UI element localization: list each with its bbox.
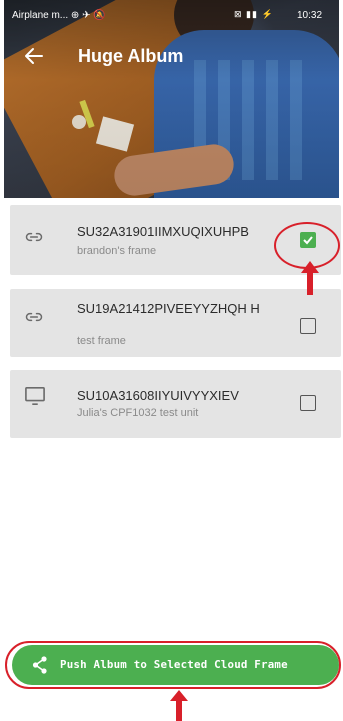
- annotation-arrow-icon: [301, 261, 319, 295]
- link-icon: [25, 312, 43, 322]
- frame-name: Julia's CPF1032 test unit: [77, 407, 199, 419]
- frame-checkbox-3[interactable]: [300, 395, 316, 411]
- frame-row-2[interactable]: SU19A21412PIVEEYYZHQH H test frame: [10, 289, 341, 357]
- phone-screen: Airplane m... ⊕ ✈ 🔕 ⊠ ▮▮ ⚡ 10:32 Huge Al…: [0, 0, 343, 721]
- monitor-icon: [25, 387, 45, 405]
- status-bar: Airplane m... ⊕ ✈ 🔕 ⊠ ▮▮ ⚡ 10:32: [4, 0, 339, 28]
- push-album-button[interactable]: Push Album to Selected Cloud Frame: [12, 645, 339, 685]
- status-icons: ⊠ ▮▮ ⚡: [234, 9, 274, 19]
- arrow-left-icon: [25, 48, 43, 64]
- frame-id: SU32A31901IIMXUQIXUHPB: [77, 224, 249, 239]
- frame-name: test frame: [77, 335, 126, 347]
- frame-checkbox-2[interactable]: [300, 318, 316, 334]
- frame-name: brandon's frame: [77, 245, 157, 257]
- frame-row-3[interactable]: SU10A31608IIYUIVYYXIEV Julia's CPF1032 t…: [10, 370, 341, 438]
- back-button[interactable]: [22, 44, 50, 72]
- album-header-photo: Airplane m... ⊕ ✈ 🔕 ⊠ ▮▮ ⚡ 10:32 Huge Al…: [4, 0, 339, 198]
- frame-id: SU19A21412PIVEEYYZHQH H: [77, 301, 260, 316]
- share-icon: [32, 656, 47, 674]
- status-time: 10:32: [297, 10, 323, 21]
- push-button-label: Push Album to Selected Cloud Frame: [60, 658, 288, 671]
- annotation-arrow-icon: [170, 690, 188, 721]
- status-airplane-text: Airplane m... ⊕ ✈ 🔕: [12, 10, 106, 21]
- link-icon: [25, 232, 43, 242]
- frame-id: SU10A31608IIYUIVYYXIEV: [77, 388, 239, 403]
- page-title: Huge Album: [78, 46, 184, 66]
